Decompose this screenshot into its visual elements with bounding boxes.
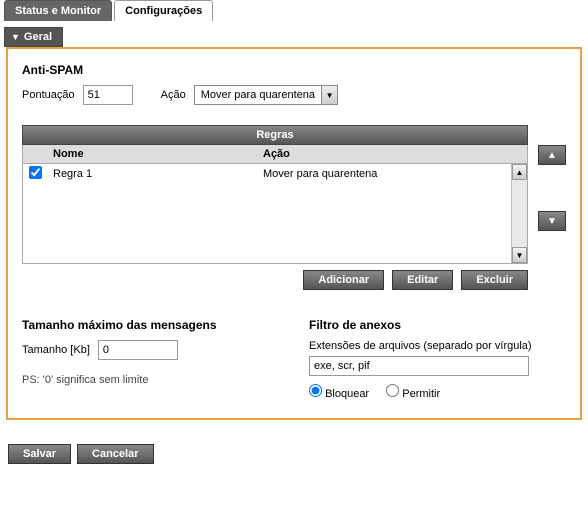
size-hint: PS: '0' significa sem limite xyxy=(22,374,279,386)
col-action: Ação xyxy=(257,145,527,163)
action-label: Ação xyxy=(161,89,186,101)
radio-block[interactable] xyxy=(309,384,322,397)
radio-allow-label[interactable]: Permitir xyxy=(386,388,440,400)
tab-config[interactable]: Configurações xyxy=(114,0,213,21)
move-up-button[interactable]: ▲ xyxy=(538,145,566,165)
size-label: Tamanho [Kb] xyxy=(22,344,90,356)
delete-button[interactable]: Excluir xyxy=(461,270,528,290)
tab-status[interactable]: Status e Monitor xyxy=(4,0,112,21)
table-row[interactable]: Regra 1 Mover para quarentena xyxy=(23,164,511,184)
radio-allow[interactable] xyxy=(386,384,399,397)
score-input[interactable] xyxy=(83,85,133,105)
rules-header: Nome Ação xyxy=(22,145,528,164)
rule-action: Mover para quarentena xyxy=(257,166,511,182)
action-select[interactable]: Mover para quarentena ▼ xyxy=(194,85,338,105)
scroll-up-icon[interactable]: ▲ xyxy=(512,164,527,180)
antispam-title: Anti-SPAM xyxy=(22,63,566,77)
col-name: Nome xyxy=(47,145,257,163)
save-button[interactable]: Salvar xyxy=(8,444,71,464)
size-input[interactable] xyxy=(98,340,178,360)
ext-label: Extensões de arquivos (separado por vírg… xyxy=(309,340,566,352)
edit-button[interactable]: Editar xyxy=(392,270,453,290)
chevron-down-icon: ▼ xyxy=(321,86,337,104)
ext-input[interactable] xyxy=(309,356,529,376)
add-button[interactable]: Adicionar xyxy=(303,270,384,290)
action-selected: Mover para quarentena xyxy=(195,86,321,104)
rule-checkbox[interactable] xyxy=(29,166,42,179)
chevron-down-icon: ▼ xyxy=(11,32,20,42)
section-label: Geral xyxy=(24,31,52,43)
rule-name: Regra 1 xyxy=(47,166,257,182)
scrollbar[interactable]: ▲ ▼ xyxy=(511,164,527,263)
radio-block-label[interactable]: Bloquear xyxy=(309,388,369,400)
scroll-down-icon[interactable]: ▼ xyxy=(512,247,527,263)
config-panel: Anti-SPAM Pontuação Ação Mover para quar… xyxy=(6,47,582,420)
rules-title: Regras xyxy=(22,125,528,145)
filter-title: Filtro de anexos xyxy=(309,318,566,332)
move-down-button[interactable]: ▼ xyxy=(538,211,566,231)
cancel-button[interactable]: Cancelar xyxy=(77,444,153,464)
score-label: Pontuação xyxy=(22,89,75,101)
section-general[interactable]: ▼ Geral xyxy=(4,27,63,47)
size-title: Tamanho máximo das mensagens xyxy=(22,318,279,332)
